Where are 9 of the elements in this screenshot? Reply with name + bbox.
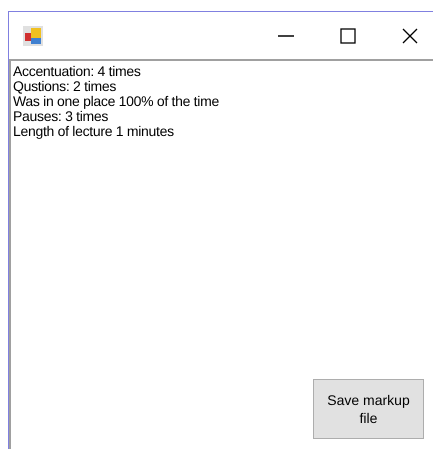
result-text: Was in one place 100% of the time: [13, 94, 220, 109]
maximize-icon[interactable]: [340, 28, 356, 44]
close-icon[interactable]: [402, 28, 418, 44]
app-icon: [23, 26, 43, 46]
save-markup-button[interactable]: Save markup file: [313, 379, 424, 439]
result-text: Length of lecture 1 minutes: [13, 124, 175, 139]
result-text: Accentuation: 4 times: [13, 64, 142, 79]
result-text: Pauses: 3 times: [13, 109, 108, 124]
result-text: Qustions: 2 times: [13, 79, 118, 94]
